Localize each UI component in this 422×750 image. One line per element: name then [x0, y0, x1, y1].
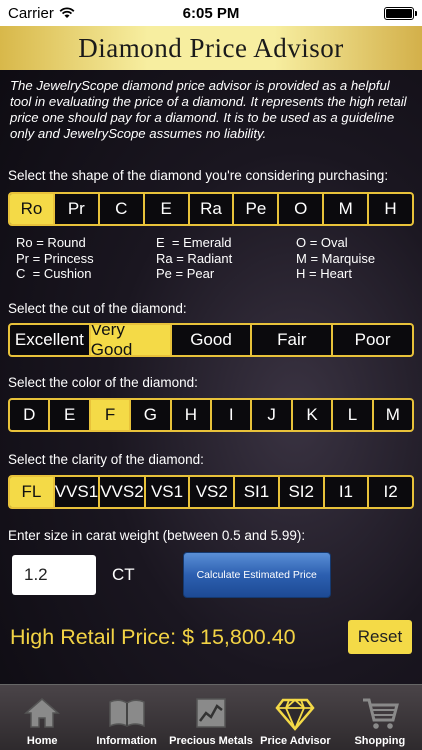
clarity-option-fl[interactable]: FL	[10, 477, 55, 507]
intro-text: The JewelryScope diamond price advisor i…	[10, 78, 407, 141]
clarity-option-vvs2[interactable]: VVS2	[100, 477, 146, 507]
size-label: Enter size in carat weight (between 0.5 …	[8, 528, 306, 543]
shape-legend-item: M = Marquise	[296, 250, 376, 266]
color-label: Select the color of the diamond:	[8, 375, 198, 390]
shape-legend-item: E = Emerald	[156, 235, 232, 250]
battery-icon	[384, 6, 417, 20]
color-option-m[interactable]: M	[374, 400, 412, 430]
cut-selector: Excellent Very Good Good Fair Poor	[8, 323, 414, 357]
shape-option-o[interactable]: O	[279, 194, 325, 224]
color-option-j[interactable]: J	[252, 400, 293, 430]
color-option-e[interactable]: E	[50, 400, 91, 430]
tab-precious-metals-label: Precious Metals	[169, 735, 253, 747]
status-bar: Carrier 6:05 PM	[0, 0, 422, 26]
book-icon	[108, 699, 145, 728]
shape-legend-item: Pe = Pear	[156, 266, 215, 281]
shape-option-e[interactable]: E	[145, 194, 190, 224]
clarity-option-vvs1[interactable]: VVS1	[55, 477, 101, 507]
home-icon	[24, 698, 61, 728]
wifi-icon	[59, 7, 75, 18]
tab-shopping[interactable]: Shopping	[338, 685, 422, 750]
clarity-option-si1[interactable]: SI1	[235, 477, 280, 507]
shape-option-pe[interactable]: Pe	[234, 194, 280, 224]
cut-option-excellent[interactable]: Excellent	[10, 325, 91, 355]
color-option-d[interactable]: D	[10, 400, 51, 430]
shape-legend-item: Pr = Princess	[16, 250, 94, 266]
shape-legend-item: H = Heart	[296, 266, 352, 281]
cut-option-poor[interactable]: Poor	[333, 325, 412, 355]
shape-legend: Ro = Round E = Emerald O = Oval Pr = Prince…	[0, 235, 422, 282]
page-title: Diamond Price Advisor	[0, 26, 422, 70]
shape-legend-item: O = Oval	[296, 235, 348, 250]
shape-option-h[interactable]: H	[369, 194, 412, 224]
chart-icon	[196, 698, 226, 728]
cut-option-fair[interactable]: Fair	[252, 325, 334, 355]
cart-icon	[362, 698, 399, 729]
cut-option-good[interactable]: Good	[172, 325, 253, 355]
tab-price-advisor-label: Price Advisor	[260, 735, 331, 747]
color-option-g[interactable]: G	[131, 400, 172, 430]
color-option-f[interactable]: F	[90, 400, 132, 430]
status-left: Carrier	[8, 5, 75, 22]
high-retail-price: High Retail Price: $ 15,800.40	[10, 624, 296, 649]
clarity-option-i1[interactable]: I1	[325, 477, 370, 507]
reset-button[interactable]: Reset	[348, 620, 412, 654]
tab-precious-metals[interactable]: Precious Metals	[169, 685, 253, 750]
shape-legend-item: Ro = Round	[16, 235, 86, 250]
tab-bar: Home Information Precious Metals Price A…	[0, 684, 422, 750]
shape-legend-item: Ra = Radiant	[156, 250, 233, 266]
shape-legend-item: C = Cushion	[16, 266, 92, 281]
clarity-label: Select the clarity of the diamond:	[8, 452, 204, 467]
color-option-i[interactable]: I	[212, 400, 253, 430]
clarity-selector: FL VVS1 VVS2 VS1 VS2 SI1 SI2 I1 I2	[8, 475, 414, 509]
calculate-button[interactable]: Calculate Estimated Price	[182, 552, 331, 598]
color-option-l[interactable]: L	[333, 400, 374, 430]
tab-price-advisor[interactable]: Price Advisor	[253, 685, 337, 750]
color-option-k[interactable]: K	[293, 400, 334, 430]
shape-option-ra[interactable]: Ra	[190, 194, 235, 224]
tab-information[interactable]: Information	[84, 685, 168, 750]
color-selector: DEFGHIJKLM	[8, 398, 414, 432]
color-option-h[interactable]: H	[172, 400, 213, 430]
tab-home-label: Home	[26, 735, 58, 747]
clarity-option-vs2[interactable]: VS2	[190, 477, 236, 507]
cut-label: Select the cut of the diamond:	[8, 301, 187, 316]
carat-input[interactable]: 1.2	[12, 555, 96, 595]
tab-information-label: Information	[96, 735, 157, 747]
clarity-option-vs1[interactable]: VS1	[146, 477, 191, 507]
tab-home[interactable]: Home	[0, 685, 84, 750]
carat-unit: CT	[112, 565, 135, 584]
carrier-label: Carrier	[8, 4, 54, 22]
shape-option-ro[interactable]: Ro	[10, 194, 55, 224]
clarity-option-si2[interactable]: SI2	[280, 477, 325, 507]
shape-selector: Ro Pr C E Ra Pe O M H	[8, 192, 414, 226]
cut-option-very-good[interactable]: Very Good	[90, 325, 172, 355]
diamond-icon	[275, 698, 316, 731]
clarity-option-i2[interactable]: I2	[369, 477, 412, 507]
shape-option-pr[interactable]: Pr	[55, 194, 100, 224]
shape-label: Select the shape of the diamond you're c…	[8, 168, 389, 183]
tab-shopping-label: Shopping	[354, 735, 406, 747]
shape-option-c[interactable]: C	[100, 194, 145, 224]
shape-option-m[interactable]: M	[324, 194, 370, 224]
